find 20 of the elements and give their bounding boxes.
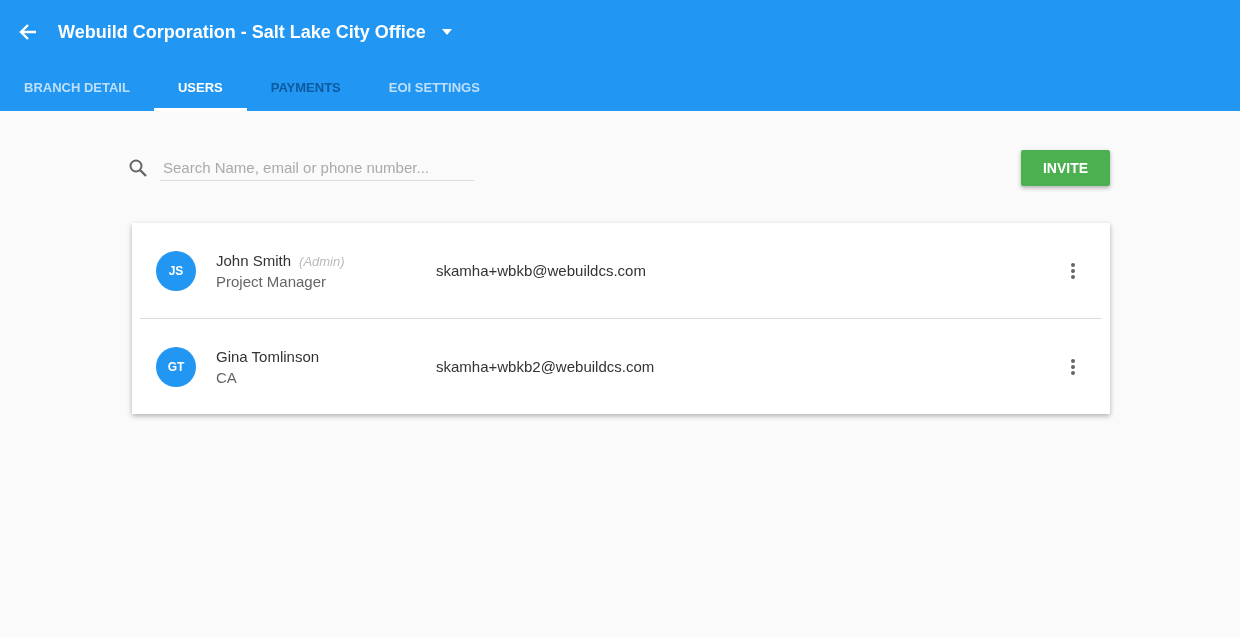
invite-button[interactable]: INVITE [1021,150,1110,186]
more-options-icon[interactable] [1070,261,1076,280]
more-options-icon[interactable] [1070,357,1076,376]
user-email: skamha+wbkb2@webuildcs.com [436,358,656,375]
tab[interactable]: BRANCH DETAIL [0,64,154,111]
tab[interactable]: USERS [153,64,247,111]
user-role: CA [216,368,238,386]
user-email: skamha+wbkb@webuildcs.com [436,262,647,279]
avatar: GT [156,346,196,387]
dropdown-caret-icon[interactable] [441,29,452,35]
user-role: Project Manager [216,272,328,290]
search-field[interactable]: Search Name, email or phone number... [160,155,474,181]
admin-tag: (Admin) [299,253,345,269]
user-name: Gina Tomlinson [216,347,320,365]
avatar: JS [156,250,196,291]
user-name: John Smith [216,251,292,269]
back-arrow-icon[interactable] [18,22,38,42]
tab[interactable]: EOI SETTINGS [364,64,504,111]
branch-title: Webuild Corporation - Salt Lake City Office [58,21,426,43]
search-icon [128,158,148,178]
